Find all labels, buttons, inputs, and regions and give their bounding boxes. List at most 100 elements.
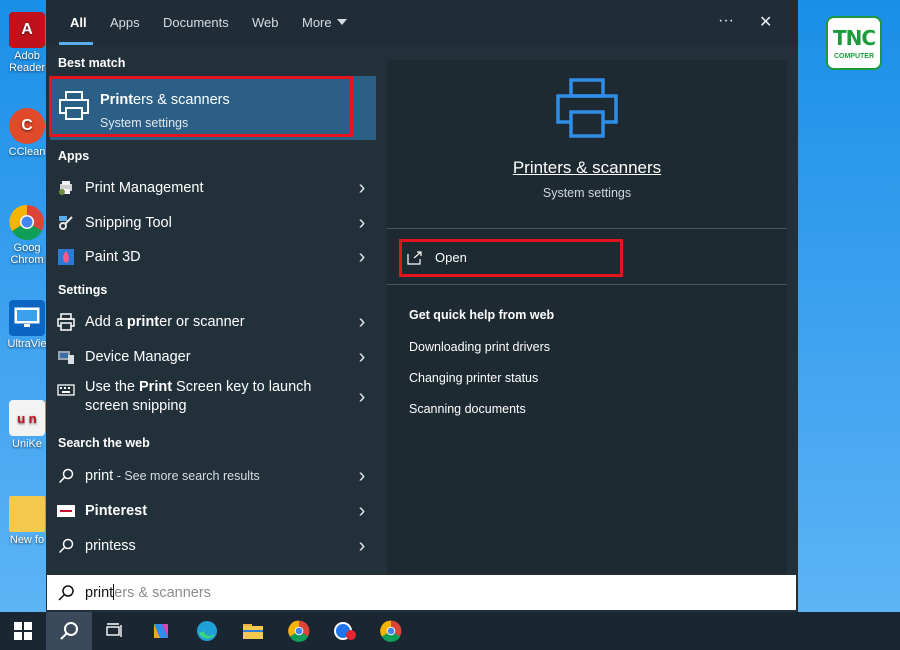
desktop-icon-label: UniKe	[12, 438, 42, 450]
desktop-icon-label: Chrom	[10, 254, 44, 266]
section-apps: Apps	[58, 149, 90, 163]
folder-icon	[9, 496, 45, 532]
more-options-icon[interactable]: ···	[718, 12, 734, 30]
setting-item-add-printer[interactable]: Add a printer or scanner ›	[46, 305, 376, 339]
chevron-right-icon[interactable]: ›	[348, 386, 376, 409]
highlight-box	[49, 76, 353, 137]
zalo-button[interactable]	[322, 612, 368, 650]
ccleaner-icon: C	[9, 108, 45, 144]
search-input[interactable]: printers & scanners	[85, 584, 211, 601]
search-autocomplete: ers & scanners	[114, 585, 211, 601]
print-management-icon	[57, 179, 75, 197]
preview-subtitle: System settings	[542, 186, 632, 200]
help-heading: Get quick help from web	[409, 308, 555, 322]
close-icon[interactable]: ✕	[759, 12, 772, 32]
desktop-icon-label: Goog	[13, 242, 41, 254]
chevron-right-icon[interactable]: ›	[348, 177, 376, 200]
web-item-print[interactable]: print - See more search results ›	[46, 459, 376, 493]
app-item-label: Snipping Tool	[85, 215, 172, 231]
desktop-icon-ccleaner[interactable]: C CClean	[4, 108, 50, 158]
app-item-print-management[interactable]: Print Management ›	[46, 171, 376, 205]
chevron-right-icon[interactable]: ›	[348, 311, 376, 334]
chrome-icon	[380, 620, 402, 642]
folder-icon	[243, 624, 263, 639]
taskbar-search-button[interactable]	[46, 612, 92, 650]
search-panel: All Apps Documents Web More ··· ✕ Best m…	[46, 0, 798, 612]
chevron-right-icon[interactable]: ›	[348, 500, 376, 523]
keyboard-icon	[57, 381, 75, 399]
search-icon	[57, 467, 75, 485]
tab-all[interactable]: All	[70, 15, 87, 30]
printer-icon	[556, 78, 618, 138]
ultraviewer-icon	[9, 300, 45, 336]
help-link[interactable]: Downloading print drivers	[409, 340, 550, 354]
search-typed-text: print	[85, 585, 114, 601]
setting-item-print-screen[interactable]: Use the Print Screen key to launch screen…	[46, 378, 376, 422]
search-tabs: All Apps Documents Web More ··· ✕	[46, 0, 798, 46]
help-link[interactable]: Changing printer status	[409, 371, 538, 385]
chevron-right-icon[interactable]: ›	[348, 535, 376, 558]
highlight-box	[399, 239, 623, 277]
desktop-icon-label: Adob	[14, 50, 40, 62]
adobe-reader-icon: A	[9, 12, 45, 48]
setting-item-label: Device Manager	[85, 349, 191, 365]
logo-subtext: COMPUTER	[833, 53, 875, 60]
chrome-taskbar-button[interactable]	[276, 612, 322, 650]
setting-item-label: Add a printer or scanner	[85, 314, 245, 330]
desktop-icon-label: UltraVie	[7, 338, 47, 350]
tab-apps[interactable]: Apps	[110, 15, 140, 30]
section-settings: Settings	[58, 283, 108, 297]
tnc-logo: TNC COMPUTER	[826, 16, 882, 70]
web-item-printess[interactable]: printess ›	[46, 529, 376, 563]
desktop-icon-ultraviewer[interactable]: UltraVie	[4, 300, 50, 350]
chrome-profile-button[interactable]	[368, 612, 414, 650]
chevron-right-icon[interactable]: ›	[348, 212, 376, 235]
preview-pane: Printers & scanners System settings Open…	[387, 60, 787, 574]
caret-down-icon	[336, 19, 347, 25]
chevron-right-icon[interactable]: ›	[348, 465, 376, 488]
app-item-label: Paint 3D	[85, 249, 141, 265]
desktop-icon-new-folder[interactable]: New fo	[4, 496, 50, 546]
edge-button[interactable]	[184, 612, 230, 650]
device-manager-icon	[57, 348, 75, 366]
section-best-match: Best match	[58, 56, 126, 70]
tab-more-label: More	[302, 15, 332, 30]
help-link[interactable]: Scanning documents	[409, 402, 526, 416]
app-item-snipping-tool[interactable]: Snipping Tool ›	[46, 206, 376, 240]
desktop-icon-adobe-reader[interactable]: A Adob Reader	[4, 12, 50, 74]
web-item-label: printess	[85, 538, 136, 554]
paint-3d-icon	[57, 248, 75, 266]
tab-documents[interactable]: Documents	[163, 15, 229, 30]
results-list: Best match Printers & scanners System se…	[46, 46, 376, 574]
setting-item-device-manager[interactable]: Device Manager ›	[46, 340, 376, 374]
divider	[387, 284, 787, 285]
file-explorer-button[interactable]	[230, 612, 276, 650]
tab-active-indicator	[59, 42, 93, 45]
copilot-icon	[154, 624, 168, 638]
search-icon	[58, 584, 74, 601]
chevron-right-icon[interactable]: ›	[348, 246, 376, 269]
search-icon	[57, 537, 75, 555]
preview-title[interactable]: Printers & scanners	[387, 158, 787, 178]
desktop-icon-label: CClean	[8, 146, 46, 158]
web-item-pinterest[interactable]: Pinterest ›	[46, 494, 376, 528]
tab-more[interactable]: More	[302, 15, 347, 30]
taskbar	[0, 612, 900, 650]
setting-item-label: Use the Print Screen key to launch screen…	[85, 379, 312, 414]
search-icon	[60, 622, 78, 640]
web-item-label: print - See more search results	[85, 468, 260, 484]
search-box[interactable]: printers & scanners	[47, 575, 796, 610]
desktop-icon-google-chrome[interactable]: Goog Chrom	[4, 204, 50, 266]
snipping-tool-icon	[57, 214, 75, 232]
web-item-label: Pinterest	[85, 503, 148, 519]
app-item-paint-3d[interactable]: Paint 3D ›	[46, 240, 376, 274]
app-item-label: Print Management	[85, 180, 204, 196]
copilot-button[interactable]	[138, 612, 184, 650]
desktop-icon-unikey[interactable]: u n UniKe	[4, 400, 50, 450]
printer-add-icon	[57, 313, 75, 331]
chevron-right-icon[interactable]: ›	[348, 346, 376, 369]
tab-web[interactable]: Web	[252, 15, 279, 30]
task-view-button[interactable]	[92, 612, 138, 650]
chrome-icon	[288, 620, 310, 642]
start-button[interactable]	[0, 612, 46, 650]
